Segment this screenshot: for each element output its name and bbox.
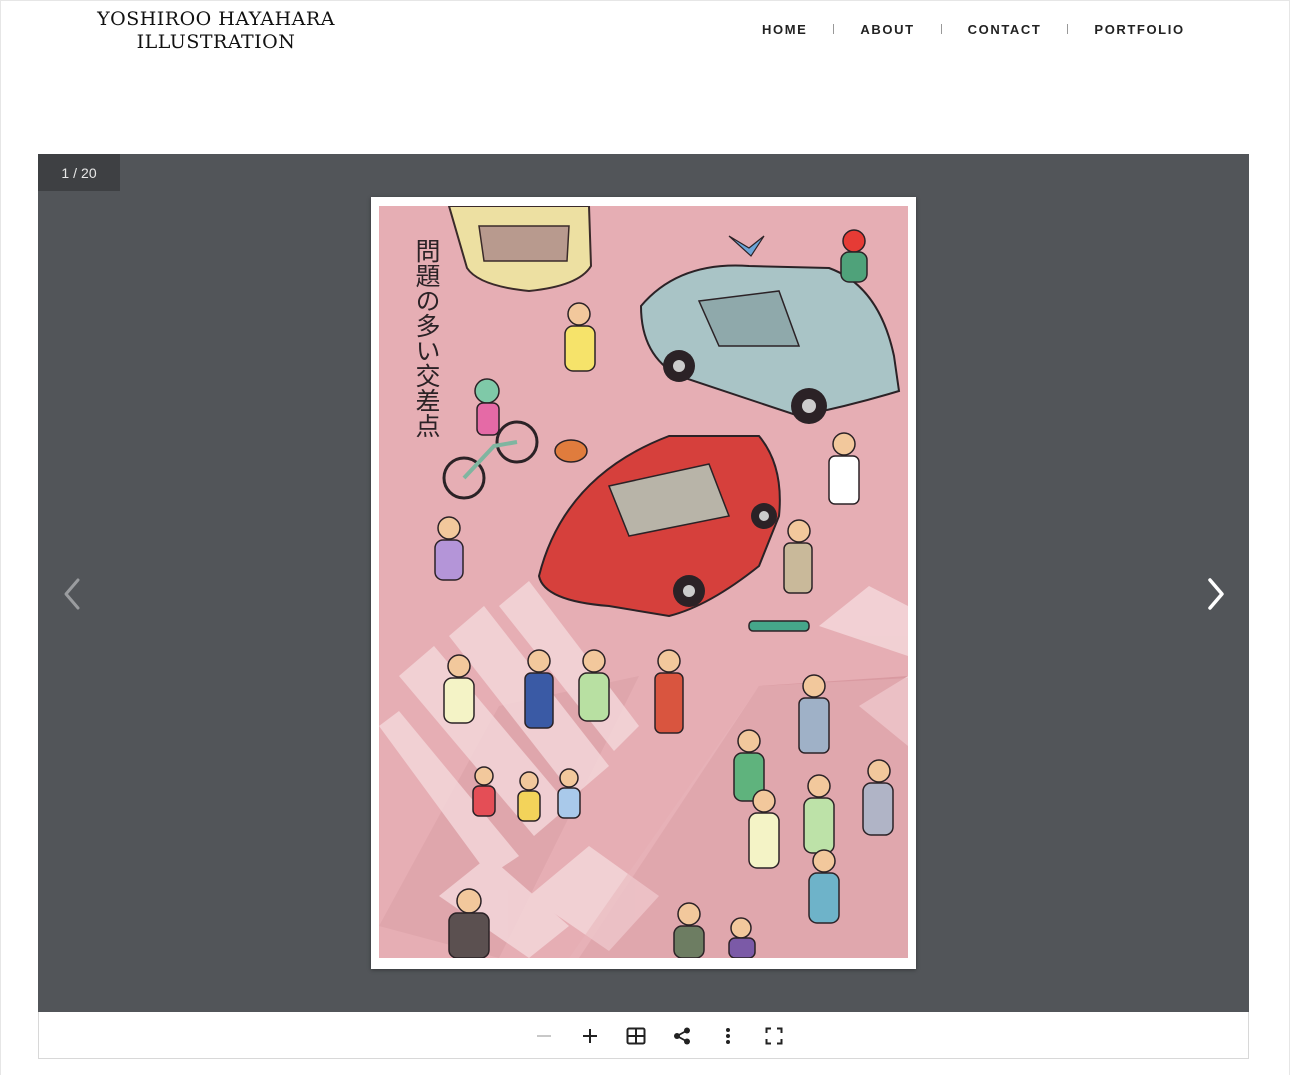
artwork-image[interactable]: 問題の多い交差点 [379,206,908,958]
grid-icon [626,1027,646,1044]
zoom-out-icon [537,1034,551,1037]
gallery-toolbar [38,1012,1249,1059]
chevron-right-icon [1208,578,1224,610]
logo-line-1: YOSHIROO HAYAHARA [97,8,335,30]
slide-separator: / [73,164,78,181]
main-nav: HOME ABOUT CONTACT PORTFOLIO [762,20,1185,38]
fullscreen-button[interactable] [751,1013,797,1059]
nav-divider [1067,24,1069,34]
slide-counter: 1 / 20 [38,154,120,191]
share-button[interactable] [659,1013,705,1059]
logo-line-2: ILLUSTRATION [136,31,296,53]
site-logo[interactable]: YOSHIROO HAYAHARA ILLUSTRATION [96,8,336,54]
prev-slide-button[interactable] [54,572,90,616]
nav-home[interactable]: HOME [762,22,807,37]
illustration-crossroads [379,206,908,958]
lightbox-gallery: 1 / 20 問題の多い交差点 [38,154,1249,1012]
artwork-title: 問題の多い交差点 [412,238,441,438]
nav-divider [940,24,942,34]
zoom-in-button[interactable] [567,1013,613,1059]
slide-current: 1 [61,164,70,181]
artwork-frame: 問題の多い交差点 [371,197,916,969]
nav-divider [833,24,835,34]
more-options-button[interactable] [705,1013,751,1059]
thumbnails-button[interactable] [613,1013,659,1059]
chevron-left-icon [64,578,80,610]
zoom-out-button[interactable] [521,1013,567,1059]
nav-portfolio[interactable]: PORTFOLIO [1094,22,1184,37]
nav-about[interactable]: ABOUT [860,22,914,37]
next-slide-button[interactable] [1198,572,1234,616]
fullscreen-icon [765,1027,783,1044]
more-vertical-icon [726,1027,730,1044]
zoom-in-icon [583,1028,597,1043]
share-icon [674,1027,690,1044]
slide-total: 20 [81,164,97,181]
nav-contact[interactable]: CONTACT [968,22,1042,37]
